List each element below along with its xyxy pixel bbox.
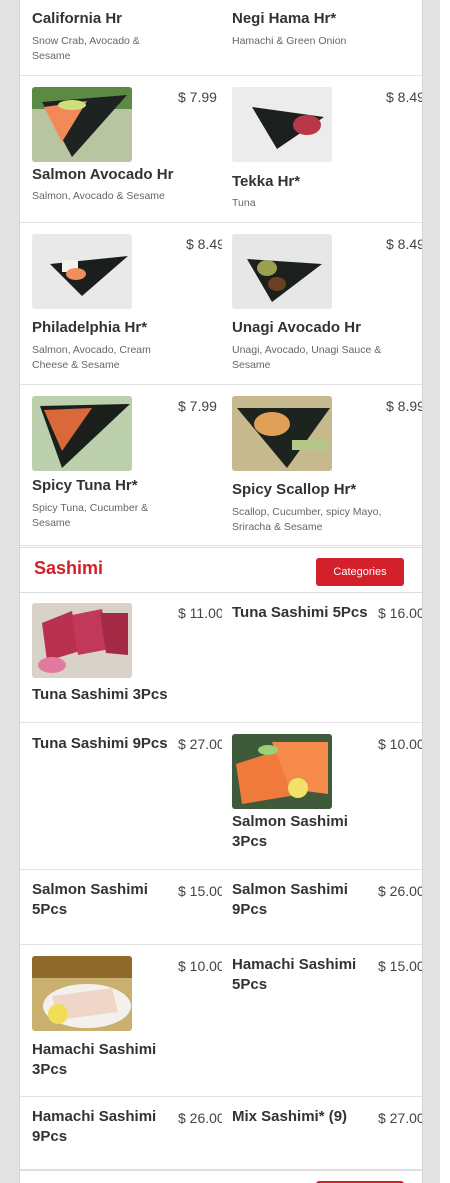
salmon-sashimi-photo bbox=[232, 734, 332, 809]
item-name: Tuna Sashimi 3Pcs bbox=[32, 686, 168, 703]
menu-row: $ 7.99 Salmon Avocado Hr Salmon, Avocado… bbox=[20, 76, 422, 223]
item-price: $ 7.99 bbox=[178, 89, 217, 105]
item-name: Salmon Sashimi 5Pcs bbox=[32, 881, 148, 918]
item-name: Hamachi Sashimi 9Pcs bbox=[32, 1108, 157, 1145]
item-description: Hamachi & Green Onion bbox=[232, 35, 347, 47]
item-name: Hamachi Sashimi 3Pcs bbox=[32, 1041, 157, 1078]
item-name: Salmon Avocado Hr bbox=[32, 166, 174, 183]
philadelphia-hand-roll-photo bbox=[32, 234, 132, 309]
item-price: $ 10.00 bbox=[178, 958, 222, 974]
item-price: $ 8.99 bbox=[386, 398, 422, 414]
item-price: $ 8.49 bbox=[386, 236, 422, 252]
section-title: Sashimi bbox=[34, 558, 104, 578]
hamachi-sashimi-photo bbox=[32, 956, 132, 1031]
item-name: Tuna Sashimi 9Pcs bbox=[32, 735, 168, 752]
item-description: Snow Crab, Avocado & Sesame bbox=[32, 35, 140, 62]
item-price: $ 8.49 bbox=[386, 89, 422, 105]
item-name: Salmon Sashimi 3Pcs bbox=[232, 813, 348, 850]
menu-row: Hamachi Sashimi 9Pcs $ 26.00 Mix Sashimi… bbox=[20, 1097, 422, 1170]
right-scroll-rail bbox=[440, 0, 450, 1183]
item-price: $ 15.00 bbox=[178, 883, 222, 899]
tekka-hand-roll-photo bbox=[232, 87, 332, 162]
salmon-avocado-hand-roll-photo bbox=[32, 87, 132, 162]
item-description: Unagi, Avocado, Unagi Sauce & Sesame bbox=[232, 344, 382, 371]
item-name: Unagi Avocado Hr bbox=[232, 319, 361, 336]
item-name: California Hr bbox=[32, 10, 123, 27]
item-name: Salmon Sashimi 9Pcs bbox=[232, 881, 348, 918]
item-price: $ 27.00 bbox=[178, 736, 222, 752]
item-name: Tekka Hr* bbox=[232, 173, 301, 190]
item-description: Salmon, Avocado, Cream Cheese & Sesame bbox=[32, 344, 151, 371]
item-name: Spicy Scallop Hr* bbox=[232, 481, 357, 498]
unagi-avocado-hand-roll-photo bbox=[232, 234, 332, 309]
next-section-header bbox=[20, 1170, 422, 1183]
item-name: Hamachi Sashimi 5Pcs bbox=[232, 956, 357, 993]
item-name: Mix Sashimi* (9) bbox=[232, 1108, 348, 1125]
menu-row: $ 11.00 Tuna Sashimi 3Pcs Tuna Sashimi 5… bbox=[20, 592, 422, 723]
item-name: Philadelphia Hr* bbox=[32, 319, 148, 336]
item-name: Spicy Tuna Hr* bbox=[32, 477, 138, 494]
item-name: Tuna Sashimi 5Pcs bbox=[232, 604, 368, 621]
item-description: Spicy Tuna, Cucumber & Sesame bbox=[32, 502, 149, 529]
menu-panel: California Hr Snow Crab, Avocado & Sesam… bbox=[19, 0, 423, 1183]
menu-row: $ 10.00 Hamachi Sashimi 3Pcs Hamachi Sas… bbox=[20, 945, 422, 1097]
item-price: $ 26.00 bbox=[178, 1110, 222, 1126]
item-price: $ 11.00 bbox=[178, 605, 222, 621]
categories-button[interactable]: Categories bbox=[316, 558, 404, 586]
item-price: $ 10.00 bbox=[378, 736, 422, 752]
menu-row: $ 7.99 Spicy Tuna Hr* Spicy Tuna, Cucumb… bbox=[20, 385, 422, 546]
item-description: Tuna bbox=[232, 197, 256, 209]
item-description: Scallop, Cucumber, spicy Mayo, Sriracha … bbox=[232, 506, 382, 533]
item-price: $ 15.00 bbox=[378, 958, 422, 974]
item-description: Salmon, Avocado & Sesame bbox=[32, 190, 165, 202]
menu-row: $ 8.49 Philadelphia Hr* Salmon, Avocado,… bbox=[20, 223, 422, 385]
menu-row: Tuna Sashimi 9Pcs $ 27.00 $ 10.00 Salmon… bbox=[20, 723, 422, 870]
item-price: $ 16.00 bbox=[378, 605, 422, 621]
menu-row: Salmon Sashimi 5Pcs $ 15.00 Salmon Sashi… bbox=[20, 870, 422, 945]
section-header-sashimi: Sashimi Categories bbox=[20, 547, 422, 593]
spicy-tuna-hand-roll-photo bbox=[32, 396, 132, 471]
item-price: $ 8.49 bbox=[186, 236, 222, 252]
item-price: $ 27.00 bbox=[378, 1110, 422, 1126]
item-name: Negi Hama Hr* bbox=[232, 10, 337, 27]
spicy-scallop-hand-roll-photo bbox=[232, 396, 332, 471]
tuna-sashimi-photo bbox=[32, 603, 132, 678]
menu-row: California Hr Snow Crab, Avocado & Sesam… bbox=[20, 0, 422, 76]
item-price: $ 7.99 bbox=[178, 398, 217, 414]
item-price: $ 26.00 bbox=[378, 883, 422, 899]
